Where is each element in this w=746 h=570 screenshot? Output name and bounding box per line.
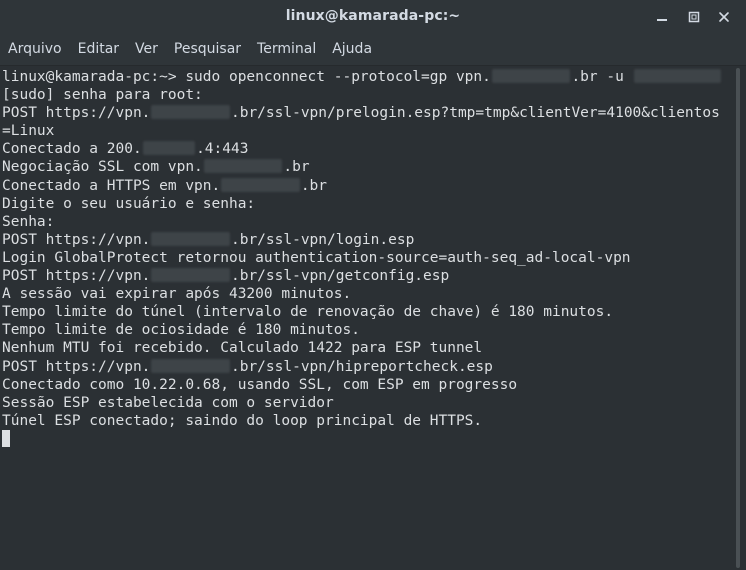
redacted-text: xxxxxxxxxx xyxy=(633,69,721,83)
terminal-line: Negociação SSL com vpn.xxxxxxxxx.br xyxy=(2,158,722,176)
terminal-text-segment: A sessão vai expirar após 43200 minutos. xyxy=(2,286,352,303)
terminal-text-segment: Conectado a 200. xyxy=(2,141,142,158)
scrollbar[interactable] xyxy=(731,66,746,570)
redacted-text: xxxxxxxxx xyxy=(151,268,230,283)
terminal-text-segment: Negociação SSL com vpn. xyxy=(2,159,203,176)
redacted-text: xxxxxxxxx xyxy=(203,159,283,174)
menu-pesquisar[interactable]: Pesquisar xyxy=(166,34,249,65)
text-cursor xyxy=(2,429,10,447)
terminal-text-segment: Conectado a HTTPS em vpn. xyxy=(2,177,221,194)
scrollbar-thumb[interactable] xyxy=(736,68,740,568)
terminal-output[interactable]: linux@kamarada-pc:~> sudo openconnect --… xyxy=(0,66,731,570)
terminal-line: A sessão vai expirar após 43200 minutos. xyxy=(2,285,722,303)
redacted-text: xxxxxxxxx xyxy=(151,358,230,373)
terminal-line: Túnel ESP conectado; saindo do loop prin… xyxy=(2,412,722,430)
prompt-line xyxy=(2,429,722,448)
terminal-text-segment: linux@kamarada-pc:~> sudo openconnect --… xyxy=(2,69,491,85)
terminal-window: linux@kamarada-pc:~ Arquivo Editar Ver P… xyxy=(0,0,746,570)
close-button[interactable] xyxy=(716,9,732,25)
terminal-text-segment: .br/ssl-vpn/getconfig.esp xyxy=(230,268,450,285)
terminal-text-segment: Tempo limite de ociosidade é 180 minutos… xyxy=(2,322,360,339)
menu-ver[interactable]: Ver xyxy=(127,34,166,65)
terminal-text-segment: .br/ssl-vpn/login.esp xyxy=(230,231,415,248)
terminal-text-segment: POST https://vpn. xyxy=(2,268,151,285)
terminal-text-segment: Tempo limite do túnel (intervalo de reno… xyxy=(2,304,614,321)
maximize-button[interactable] xyxy=(686,9,702,25)
terminal-text-segment: Túnel ESP conectado; saindo do loop prin… xyxy=(2,412,483,429)
terminal-text-segment: Senha: xyxy=(2,213,55,230)
maximize-icon xyxy=(688,11,700,23)
redacted-text: xxxxxxxxx xyxy=(491,69,571,83)
terminal-line: Login GlobalProtect retornou authenticat… xyxy=(2,249,722,267)
terminal-line: Tempo limite de ociosidade é 180 minutos… xyxy=(2,321,722,339)
redacted-text: xxxxxxxxx xyxy=(151,231,230,246)
window-title: linux@kamarada-pc:~ xyxy=(285,8,461,24)
terminal-text-segment: .br/ssl-vpn/prelogin.esp?tmp=tmp&clientV… xyxy=(230,105,720,122)
terminal-line: POST https://vpn.xxxxxxxxx.br/ssl-vpn/ge… xyxy=(2,267,722,285)
menu-terminal[interactable]: Terminal xyxy=(249,34,324,65)
menu-bar: Arquivo Editar Ver Pesquisar Terminal Aj… xyxy=(0,34,746,66)
terminal-line: POST https://vpn.xxxxxxxxx.br/ssl-vpn/lo… xyxy=(2,231,722,249)
minimize-icon xyxy=(657,19,667,21)
terminal-text-segment: [sudo] senha para root: xyxy=(2,87,203,104)
terminal-text-segment: .br xyxy=(300,177,328,194)
terminal-line: Digite o seu usuário e senha: xyxy=(2,195,722,213)
menu-arquivo[interactable]: Arquivo xyxy=(0,34,70,65)
terminal-line: Nenhum MTU foi recebido. Calculado 1422 … xyxy=(2,339,722,357)
terminal-line: linux@kamarada-pc:~> sudo openconnect --… xyxy=(2,68,722,86)
terminal-text-segment: .4:443 xyxy=(196,141,249,158)
terminal-text-segment: Login GlobalProtect retornou authenticat… xyxy=(2,249,631,266)
terminal-line: Conectado como 10.22.0.68, usando SSL, c… xyxy=(2,376,722,394)
terminal-text-segment: POST https://vpn. xyxy=(2,358,151,375)
terminal-text-segment: POST https://vpn. xyxy=(2,105,151,122)
terminal-text-segment: Conectado como 10.22.0.68, usando SSL, c… xyxy=(2,376,518,393)
title-bar[interactable]: linux@kamarada-pc:~ xyxy=(0,0,746,34)
minimize-button[interactable] xyxy=(654,9,670,25)
terminal-line: [sudo] senha para root: xyxy=(2,86,722,104)
terminal-line: Senha: xyxy=(2,213,722,231)
menu-ajuda[interactable]: Ajuda xyxy=(324,34,380,65)
terminal-text-segment: Sessão ESP estabelecida com o servidor xyxy=(2,394,334,411)
terminal-text-segment: POST https://vpn. xyxy=(2,231,151,248)
terminal-line: POST https://vpn.xxxxxxxxx.br/ssl-vpn/hi… xyxy=(2,358,722,376)
terminal-text-segment: =Linux xyxy=(2,123,55,140)
terminal-text: linux@kamarada-pc:~> sudo openconnect --… xyxy=(2,68,722,448)
terminal-text-segment: .br xyxy=(283,159,310,176)
terminal-text-segment: .br/ssl-vpn/hipreportcheck.esp xyxy=(230,358,493,375)
terminal-text-segment: Nenhum MTU foi recebido. Calculado 1422 … xyxy=(2,340,483,357)
terminal-line: Tempo limite do túnel (intervalo de reno… xyxy=(2,303,722,321)
terminal-line: =Linux xyxy=(2,122,722,140)
terminal-line: Conectado a 200.xxxxxx.4:443 xyxy=(2,140,722,158)
terminal-line: Conectado a HTTPS em vpn.xxxxxxxxx.br xyxy=(2,177,722,195)
menu-editar[interactable]: Editar xyxy=(70,34,127,65)
terminal-text-segment: .br -u xyxy=(571,69,633,85)
terminal-line: POST https://vpn.xxxxxxxxx.br/ssl-vpn/pr… xyxy=(2,104,722,122)
redacted-text: xxxxxxxxx xyxy=(151,105,230,120)
redacted-text: xxxxxx xyxy=(142,141,196,156)
redacted-text: xxxxxxxxx xyxy=(221,177,300,192)
terminal-line: Sessão ESP estabelecida com o servidor xyxy=(2,394,722,412)
terminal-text-segment: Digite o seu usuário e senha: xyxy=(2,195,256,212)
close-icon xyxy=(719,12,729,22)
